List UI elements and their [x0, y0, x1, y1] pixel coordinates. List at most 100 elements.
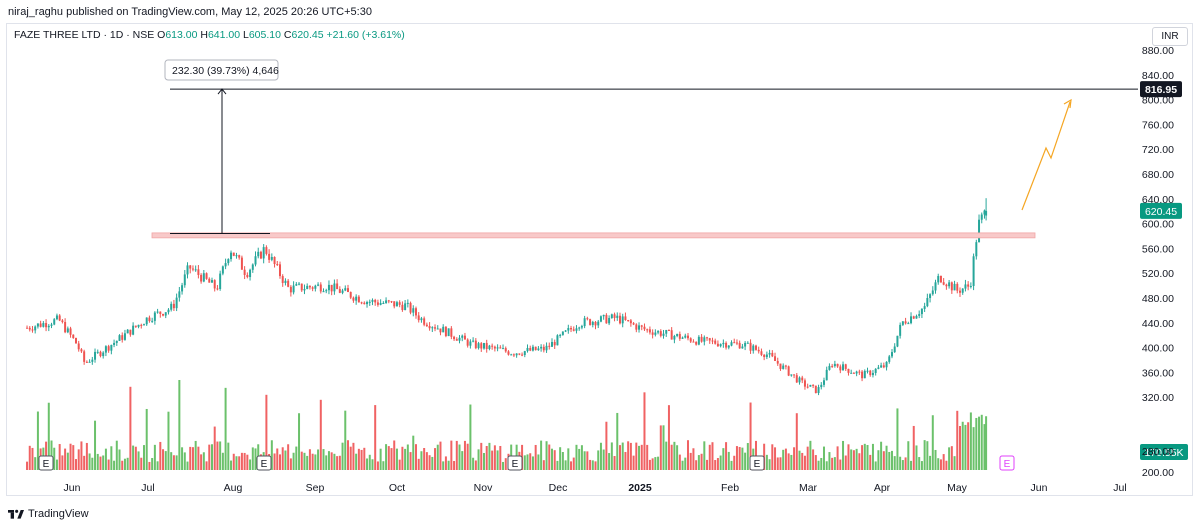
- tradingview-footer[interactable]: TradingView: [8, 508, 89, 520]
- time-tick-label: Mar: [799, 482, 818, 494]
- volume-bar: [485, 446, 488, 470]
- candle-body: [608, 318, 611, 324]
- volume-bar: [393, 440, 396, 470]
- candle-body: [183, 274, 186, 286]
- candle-body: [107, 346, 110, 351]
- price-tick-label: 400.00: [1142, 343, 1174, 355]
- candle-body: [205, 273, 208, 279]
- candle-body: [510, 354, 513, 356]
- candle-body: [635, 324, 638, 330]
- candle-body: [621, 316, 624, 324]
- candle-body: [502, 348, 505, 350]
- volume-bar: [706, 459, 709, 470]
- volume-bar: [570, 461, 573, 470]
- volume-bar: [395, 448, 398, 470]
- candle-body: [387, 300, 390, 302]
- candle-body: [140, 324, 143, 326]
- candle-body: [249, 269, 252, 278]
- volume-bar: [224, 387, 227, 470]
- candle-body: [50, 324, 53, 326]
- candle-body: [417, 315, 420, 321]
- volume-bar: [308, 449, 311, 470]
- volume-bar: [504, 458, 507, 470]
- candle-body: [406, 302, 409, 304]
- volume-bar: [978, 416, 981, 470]
- volume-bar: [918, 457, 921, 470]
- candle-body: [197, 269, 200, 275]
- volume-bar: [221, 452, 224, 470]
- candle-body: [472, 340, 475, 342]
- volume-bar: [825, 461, 828, 470]
- candle-body: [151, 320, 154, 322]
- candle-body: [700, 336, 703, 342]
- candle-body: [760, 351, 763, 355]
- candle-body: [896, 335, 899, 347]
- candle-body: [311, 287, 314, 289]
- candle-body: [586, 318, 589, 320]
- volume-bar: [874, 461, 877, 470]
- volume-bar: [602, 449, 605, 470]
- price-tick-label: 760.00: [1142, 119, 1174, 131]
- volume-bar: [559, 447, 562, 470]
- candle-body: [602, 314, 605, 317]
- candle-body: [861, 371, 864, 379]
- price-chart[interactable]: 232.30 (39.73%) 4,646E E E E E816.95620.4517…: [0, 0, 1200, 528]
- candle-body: [972, 256, 975, 286]
- candle-body: [719, 344, 722, 347]
- volume-bar: [300, 451, 303, 470]
- volume-bar: [948, 447, 951, 470]
- candle-body: [956, 283, 959, 291]
- candle-body: [159, 311, 162, 314]
- volume-bar: [210, 444, 213, 470]
- candle-body: [265, 247, 268, 254]
- candle-body: [880, 365, 883, 368]
- volume-bar: [85, 442, 88, 470]
- candle-body: [692, 341, 695, 343]
- candle-body: [58, 315, 61, 321]
- candles-layer: [26, 198, 988, 396]
- volume-bar: [839, 459, 842, 470]
- volume-bar: [589, 459, 592, 470]
- earnings-marker-label: E: [754, 459, 761, 470]
- volume-bar: [444, 456, 447, 470]
- volume-bar: [434, 448, 437, 470]
- volume-bar: [167, 411, 170, 470]
- candle-body: [803, 380, 806, 387]
- volume-bar: [401, 446, 404, 470]
- candle-body: [466, 339, 469, 346]
- candle-body: [414, 308, 417, 316]
- candle-body: [605, 314, 608, 324]
- candle-body: [706, 337, 709, 339]
- volume-bar: [28, 445, 31, 470]
- price-tick-label: 680.00: [1142, 169, 1174, 181]
- volume-bar: [104, 448, 107, 470]
- candle-body: [412, 308, 415, 313]
- volume-bar: [423, 448, 426, 470]
- volume-bar: [374, 405, 377, 470]
- price-tick-label: 480.00: [1142, 293, 1174, 305]
- candle-body: [270, 256, 273, 260]
- candle-body: [613, 314, 616, 318]
- candle-body: [482, 342, 485, 349]
- price-tick-label: 560.00: [1142, 243, 1174, 255]
- candle-body: [828, 365, 831, 370]
- candle-body: [306, 285, 309, 290]
- volume-bar: [129, 386, 132, 470]
- candle-body: [667, 330, 670, 332]
- volume-bar: [733, 455, 736, 470]
- volume-bar: [779, 457, 782, 470]
- candle-body: [181, 285, 184, 292]
- candle-body: [240, 257, 243, 270]
- candle-body: [910, 316, 913, 324]
- volume-bar: [325, 455, 328, 470]
- volume-bar: [344, 410, 347, 470]
- volume-bar: [64, 448, 67, 470]
- volume-bar: [890, 450, 893, 470]
- price-tick-label: 640.00: [1142, 194, 1174, 206]
- time-tick-label: May: [947, 482, 968, 494]
- volume-bar: [469, 404, 472, 470]
- candle-body: [831, 365, 834, 367]
- volume-bar: [414, 444, 417, 470]
- volume-bar: [980, 414, 983, 470]
- volume-bar: [273, 453, 276, 470]
